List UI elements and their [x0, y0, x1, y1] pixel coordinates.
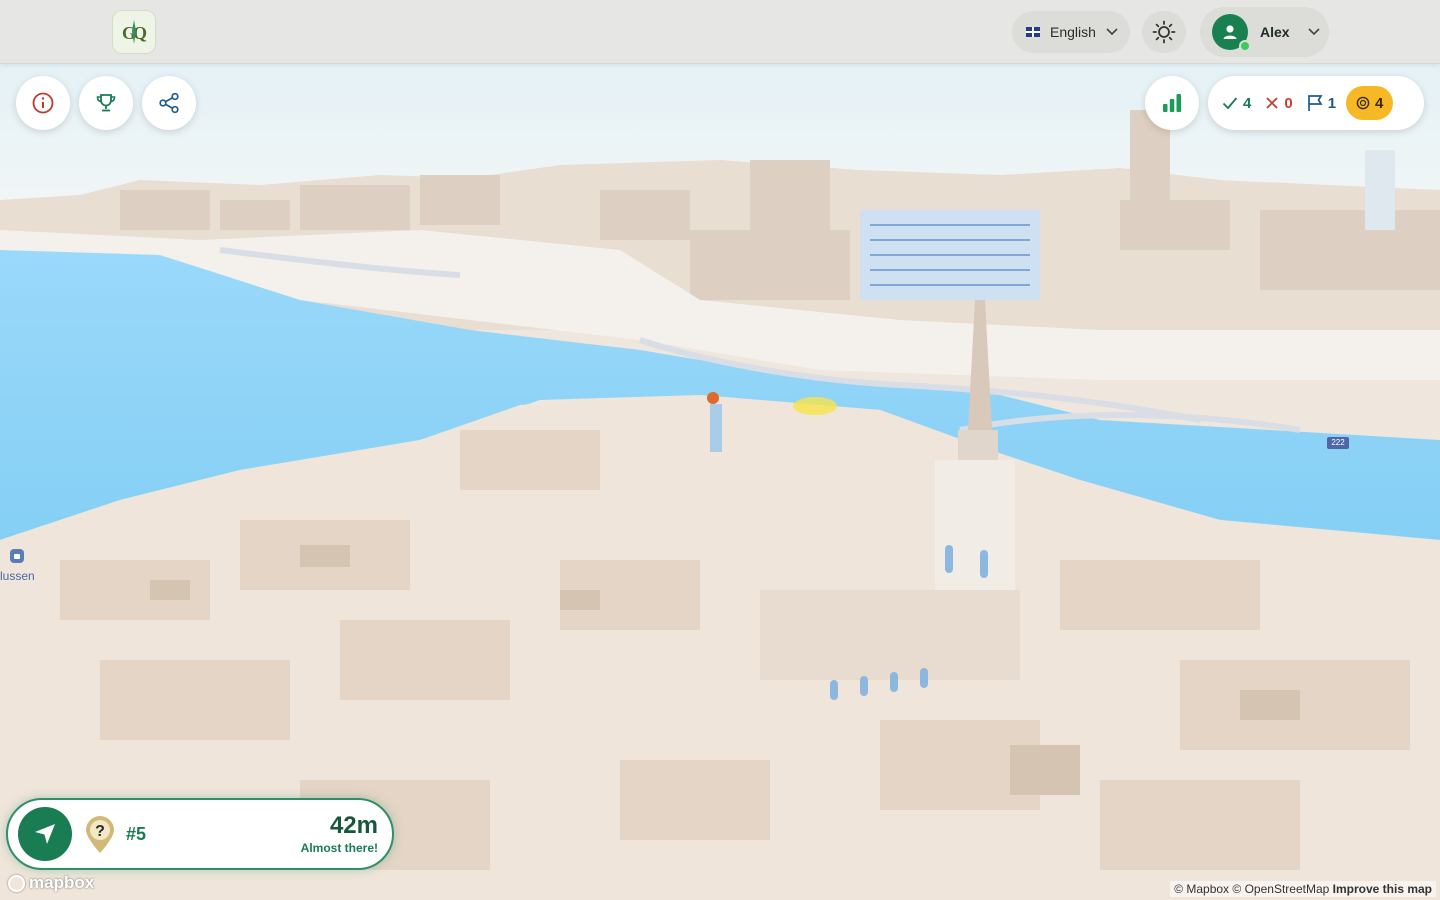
metro-station-icon — [10, 549, 24, 563]
cross-icon — [1266, 97, 1278, 109]
language-selector[interactable]: English — [1012, 11, 1130, 53]
map-canvas[interactable] — [0, 0, 1440, 900]
mapbox-logo-text: mapbox — [29, 873, 95, 892]
flag-icon — [1307, 95, 1323, 111]
user-menu-button[interactable]: Alex — [1200, 7, 1329, 57]
share-button[interactable] — [142, 76, 196, 130]
score-summary: 4 0 1 4 — [1208, 76, 1424, 130]
language-label: English — [1050, 24, 1096, 40]
coin-value: 4 — [1375, 94, 1384, 112]
navigation-arrow-icon — [35, 824, 55, 844]
target-distance: 42m — [329, 812, 378, 839]
stats-chart-button[interactable] — [1145, 76, 1199, 130]
flag-value: 1 — [1327, 94, 1337, 112]
map-attribution: © Mapbox © OpenStreetMap Improve this ma… — [1170, 881, 1436, 897]
mapbox-logo[interactable]: mapbox — [8, 873, 94, 893]
improve-map-link[interactable]: Improve this map — [1333, 882, 1432, 896]
proximity-status: Almost there! — [300, 841, 378, 855]
navigation-card[interactable]: ? #5 42m Almost there! — [6, 798, 394, 870]
sun-icon — [1152, 20, 1176, 44]
info-button[interactable] — [16, 76, 70, 130]
chevron-down-icon — [1308, 28, 1320, 36]
coin-icon — [1356, 96, 1370, 110]
logo-icon: G Q — [122, 20, 147, 44]
user-icon — [1223, 25, 1237, 39]
navigate-button[interactable] — [18, 807, 72, 861]
share-icon — [159, 92, 179, 114]
target-number: #5 — [126, 824, 147, 844]
check-icon — [1222, 97, 1238, 110]
target-glow — [793, 397, 837, 415]
chevron-down-icon — [1106, 28, 1118, 36]
user-name: Alex — [1260, 24, 1290, 40]
avatar — [1212, 14, 1251, 52]
theme-toggle-button[interactable] — [1142, 11, 1186, 53]
trophy-icon — [96, 94, 116, 112]
correct-count: 4 — [1222, 95, 1251, 112]
question-pin-icon: ? — [86, 816, 114, 853]
svg-text:?: ? — [95, 823, 105, 840]
leaderboard-trophy-button[interactable] — [79, 76, 133, 130]
wrong-value: 0 — [1284, 94, 1293, 112]
info-icon — [32, 92, 54, 114]
route-shield: 222 — [1327, 437, 1349, 449]
wrong-count: 0 — [1265, 94, 1293, 112]
flag-count: 1 — [1307, 94, 1336, 112]
mapbox-logo-icon — [8, 874, 25, 892]
app-logo[interactable]: G Q — [112, 10, 156, 54]
top-bar: G Q English Alex — [0, 0, 1440, 64]
place-label-slussen: lussen — [0, 569, 35, 583]
bar-chart-icon — [1163, 94, 1181, 112]
coin-count: 4 — [1346, 86, 1394, 120]
attribution-osm-link[interactable]: © OpenStreetMap — [1232, 882, 1329, 896]
online-status-dot — [1239, 40, 1251, 52]
uk-flag-icon — [1026, 27, 1040, 37]
correct-value: 4 — [1243, 94, 1252, 112]
attribution-mapbox-link[interactable]: © Mapbox — [1174, 882, 1229, 896]
